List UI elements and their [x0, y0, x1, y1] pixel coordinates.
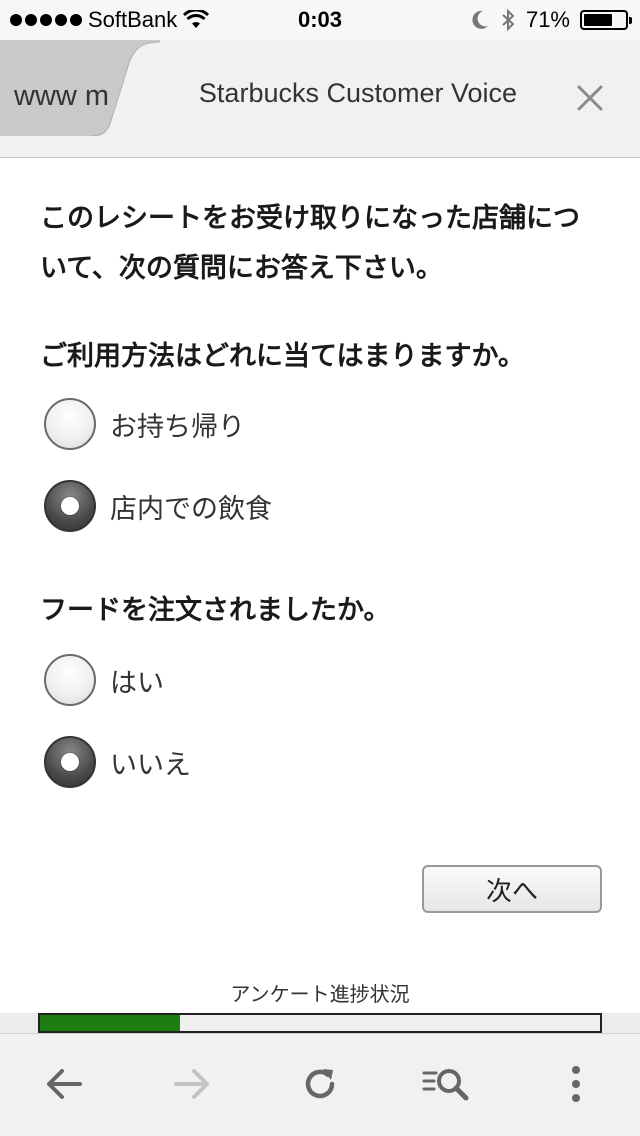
option-takeout[interactable]: お持ち帰り [44, 398, 245, 450]
option-label-takeout: お持ち帰り [110, 411, 245, 443]
option-label-no: いいえ [110, 749, 191, 781]
reload-button[interactable] [292, 1056, 348, 1112]
menu-dots-icon [572, 1066, 580, 1102]
option-no[interactable]: いいえ [44, 736, 191, 788]
battery-fill [584, 14, 613, 26]
progress-bar [38, 1013, 602, 1033]
close-tab-button[interactable] [568, 76, 612, 120]
status-bar: SoftBank 0:03 71% [0, 0, 640, 40]
option-eat-in[interactable]: 店内での飲食 [44, 480, 272, 532]
back-arrow-icon [47, 1069, 82, 1099]
survey-content: このレシートをお受け取りになった店舗について、次の質問にお答え下さい。 ご利用方… [0, 158, 640, 1013]
menu-button[interactable] [548, 1056, 604, 1112]
battery-percent: 71% [525, 7, 570, 32]
forward-arrow-icon [174, 1069, 209, 1099]
close-icon [577, 85, 603, 111]
option-yes[interactable]: はい [44, 654, 164, 706]
option-label-eat-in: 店内での飲食 [110, 493, 272, 525]
radio-button-no[interactable] [44, 736, 96, 788]
next-button[interactable]: 次へ [422, 865, 602, 913]
bluetooth-icon [502, 8, 515, 32]
progress-fill [40, 1015, 180, 1031]
survey-intro: このレシートをお受け取りになった店舗について、次の質問にお答え下さい。 [40, 203, 580, 284]
tab-active-title[interactable]: Starbucks Customer Voice [160, 78, 556, 109]
tab-inactive-label: www m [14, 80, 110, 112]
bottom-toolbar [0, 1033, 640, 1136]
find-in-page-icon [422, 1069, 469, 1101]
tab-inactive[interactable]: www m [0, 40, 160, 136]
find-in-page-button[interactable] [418, 1056, 474, 1112]
radio-button-eat-in[interactable] [44, 480, 96, 532]
question-food: フードを注文されましたか。 [40, 595, 391, 626]
progress-label: アンケート進捗状況 [230, 982, 410, 1006]
reload-icon [305, 1069, 335, 1099]
radio-button-takeout[interactable] [44, 398, 96, 450]
back-button[interactable] [36, 1056, 92, 1112]
status-right: 71% [470, 0, 632, 40]
question-usage: ご利用方法はどれに当てはまりますか。 [40, 341, 525, 372]
moon-icon [472, 10, 488, 29]
forward-button[interactable] [164, 1056, 220, 1112]
radio-button-yes[interactable] [44, 654, 96, 706]
battery-icon [580, 10, 632, 30]
option-label-yes: はい [110, 667, 164, 699]
tab-bar: www m Starbucks Customer Voice [0, 40, 640, 158]
